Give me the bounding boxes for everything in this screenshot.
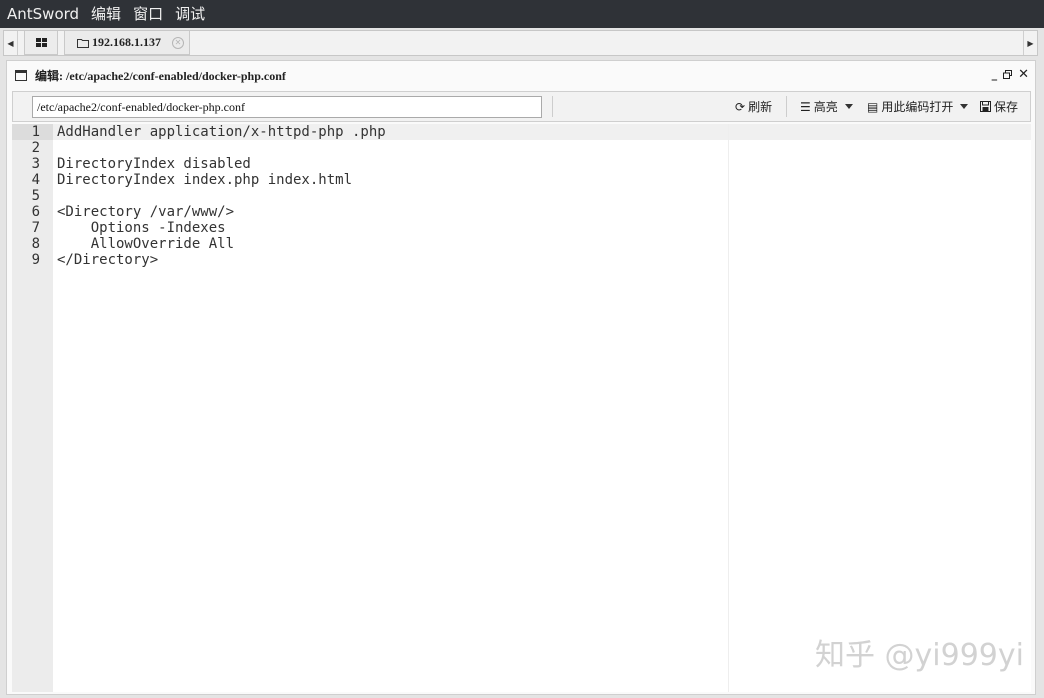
menu-debug[interactable]: 调试 (175, 0, 205, 28)
code-line: 5 (12, 188, 1031, 204)
line-number: 3 (31, 156, 40, 172)
code-line: 9 </Directory> (12, 252, 1031, 268)
tab-scroll-left-icon[interactable]: ◀ (4, 31, 18, 55)
close-icon[interactable]: ✕ (1018, 67, 1029, 82)
window-title: 编辑: /etc/apache2/conf-enabled/docker-php… (35, 68, 286, 83)
line-number: 1 (31, 124, 40, 140)
book-icon: ▤ (867, 99, 879, 114)
code-line: 7 Options -Indexes (12, 220, 1031, 236)
menubar: AntSword 编辑 窗口 调试 (0, 0, 1044, 28)
toolbar-divider (552, 96, 553, 117)
save-icon (980, 101, 991, 112)
code-text: AllowOverride All (57, 236, 235, 252)
tab-scroll-right-icon[interactable]: ▶ (1023, 31, 1037, 55)
refresh-label: 刷新 (748, 100, 773, 114)
highlight-label: 高亮 (813, 100, 838, 114)
code-line: 2 (12, 140, 1031, 156)
file-path-input[interactable]: /etc/apache2/conf-enabled/docker-php.con… (32, 96, 542, 118)
refresh-button[interactable]: ⟳ 刷新 (735, 92, 772, 121)
window-controls: _ ✕ (992, 67, 1029, 82)
code-text: DirectoryIndex disabled (57, 156, 251, 172)
open-with-encoding-label: 用此编码打开 (881, 100, 954, 114)
editor-toolbar: /etc/apache2/conf-enabled/docker-php.con… (12, 91, 1031, 122)
code-text: Options -Indexes (57, 220, 226, 236)
toolbar-divider (786, 96, 787, 117)
line-number: 6 (31, 204, 40, 220)
restore-icon[interactable] (1003, 70, 1013, 79)
open-with-encoding-dropdown[interactable]: ▤ 用此编码打开 (867, 92, 969, 121)
code-text: <Directory /var/www/> (57, 204, 235, 220)
save-button[interactable]: 保存 (980, 92, 1018, 121)
chevron-down-icon (960, 104, 969, 109)
editor-window: 编辑: /etc/apache2/conf-enabled/docker-php… (6, 60, 1036, 695)
highlight-dropdown[interactable]: ☰ 高亮 (800, 92, 853, 121)
menu-window[interactable]: 窗口 (133, 0, 163, 28)
app-area: ◀ 192.168.1.137 ✕ ▶ 编辑: /etc/apache2/con… (0, 28, 1044, 698)
refresh-icon: ⟳ (735, 99, 746, 114)
chevron-down-icon (844, 104, 853, 109)
watermark: 知乎 @yi999yi (815, 638, 1024, 673)
tab-bar: ◀ 192.168.1.137 ✕ ▶ (3, 30, 1038, 56)
code-text: AddHandler application/x-httpd-php .php (57, 124, 386, 140)
line-number: 2 (31, 140, 40, 156)
window-titlebar: 编辑: /etc/apache2/conf-enabled/docker-php… (7, 61, 1035, 89)
list-icon: ☰ (800, 99, 811, 114)
folder-icon (77, 38, 89, 48)
code-editor[interactable]: 1 AddHandler application/x-httpd-php .ph… (12, 124, 1031, 692)
tab-host-label: 192.168.1.137 (92, 35, 161, 49)
code-line: 4 DirectoryIndex index.php index.html (12, 172, 1031, 188)
line-number: 4 (31, 172, 40, 188)
code-line: 3 DirectoryIndex disabled (12, 156, 1031, 172)
tab-close-icon[interactable]: ✕ (172, 37, 184, 49)
code-line: 6 <Directory /var/www/> (12, 204, 1031, 220)
window-icon (15, 69, 27, 81)
menu-antsword[interactable]: AntSword (7, 0, 79, 28)
line-number: 8 (31, 236, 40, 252)
tab-home[interactable] (24, 31, 58, 55)
code-text: DirectoryIndex index.php index.html (57, 172, 353, 188)
line-number: 5 (31, 188, 40, 204)
line-number: 9 (31, 252, 40, 268)
menu-edit[interactable]: 编辑 (91, 0, 121, 28)
code-line: 8 AllowOverride All (12, 236, 1031, 252)
save-label: 保存 (994, 100, 1019, 114)
code-text: </Directory> (57, 252, 159, 268)
code-line: 1 AddHandler application/x-httpd-php .ph… (12, 124, 1031, 140)
tab-host[interactable]: 192.168.1.137 ✕ (64, 31, 190, 55)
line-number: 7 (31, 220, 40, 236)
minimize-icon[interactable]: _ (992, 68, 998, 81)
grid-icon (35, 37, 47, 47)
